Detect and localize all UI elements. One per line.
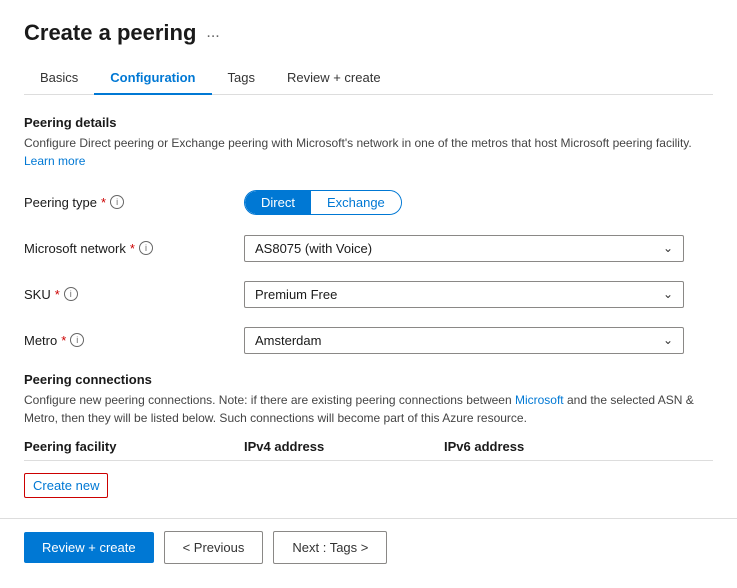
tab-review-create[interactable]: Review + create bbox=[271, 62, 397, 95]
metro-value: Amsterdam bbox=[255, 333, 321, 348]
sku-label: SKU * i bbox=[24, 287, 244, 302]
ipv4-address-header: IPv4 address bbox=[244, 439, 444, 454]
peering-type-toggle-group: Direct Exchange bbox=[244, 190, 402, 215]
toggle-exchange-button[interactable]: Exchange bbox=[311, 191, 401, 214]
tab-configuration[interactable]: Configuration bbox=[94, 62, 211, 95]
metro-label: Metro * i bbox=[24, 333, 244, 348]
peering-details-section: Peering details Configure Direct peering… bbox=[24, 115, 713, 356]
chevron-down-icon-3: ⌄ bbox=[663, 333, 673, 347]
previous-button[interactable]: < Previous bbox=[164, 531, 264, 564]
peering-facility-header: Peering facility bbox=[24, 439, 244, 454]
peering-connections-desc: Configure new peering connections. Note:… bbox=[24, 391, 713, 427]
ipv6-address-header: IPv6 address bbox=[444, 439, 644, 454]
tab-basics[interactable]: Basics bbox=[24, 62, 94, 95]
microsoft-network-label: Microsoft network * i bbox=[24, 241, 244, 256]
peering-type-row: Peering type * i Direct Exchange bbox=[24, 186, 713, 218]
chevron-down-icon-2: ⌄ bbox=[663, 287, 673, 301]
required-star: * bbox=[101, 195, 106, 210]
sku-value: Premium Free bbox=[255, 287, 337, 302]
tab-bar: Basics Configuration Tags Review + creat… bbox=[24, 62, 713, 95]
sku-dropdown-container: Premium Free ⌄ bbox=[244, 281, 713, 308]
next-button[interactable]: Next : Tags > bbox=[273, 531, 387, 564]
sku-row: SKU * i Premium Free ⌄ bbox=[24, 278, 713, 310]
page-title: Create a peering bbox=[24, 20, 196, 46]
peering-details-desc: Configure Direct peering or Exchange pee… bbox=[24, 134, 713, 170]
microsoft-link[interactable]: Microsoft bbox=[515, 393, 564, 407]
peering-type-label: Peering type * i bbox=[24, 195, 244, 210]
metro-dropdown-container: Amsterdam ⌄ bbox=[244, 327, 713, 354]
toggle-direct-button[interactable]: Direct bbox=[245, 191, 311, 214]
microsoft-network-dropdown-container: AS8075 (with Voice) ⌄ bbox=[244, 235, 713, 262]
peering-type-toggle: Direct Exchange bbox=[244, 190, 713, 215]
sku-info-icon[interactable]: i bbox=[64, 287, 78, 301]
microsoft-network-value: AS8075 (with Voice) bbox=[255, 241, 372, 256]
sku-dropdown[interactable]: Premium Free ⌄ bbox=[244, 281, 684, 308]
learn-more-link[interactable]: Learn more bbox=[24, 154, 85, 168]
metro-dropdown[interactable]: Amsterdam ⌄ bbox=[244, 327, 684, 354]
connections-table-header: Peering facility IPv4 address IPv6 addre… bbox=[24, 439, 713, 461]
metro-info-icon[interactable]: i bbox=[70, 333, 84, 347]
required-star-4: * bbox=[61, 333, 66, 348]
peering-type-info-icon[interactable]: i bbox=[110, 195, 124, 209]
peering-connections-section: Peering connections Configure new peerin… bbox=[24, 372, 713, 498]
required-star-2: * bbox=[130, 241, 135, 256]
microsoft-network-dropdown[interactable]: AS8075 (with Voice) ⌄ bbox=[244, 235, 684, 262]
microsoft-network-row: Microsoft network * i AS8075 (with Voice… bbox=[24, 232, 713, 264]
peering-connections-title: Peering connections bbox=[24, 372, 713, 387]
ellipsis-menu-icon[interactable]: ... bbox=[206, 24, 219, 42]
chevron-down-icon: ⌄ bbox=[663, 241, 673, 255]
metro-row: Metro * i Amsterdam ⌄ bbox=[24, 324, 713, 356]
create-new-link[interactable]: Create new bbox=[24, 473, 108, 498]
tab-tags[interactable]: Tags bbox=[212, 62, 271, 95]
microsoft-network-info-icon[interactable]: i bbox=[139, 241, 153, 255]
peering-details-title: Peering details bbox=[24, 115, 713, 130]
required-star-3: * bbox=[55, 287, 60, 302]
bottom-action-bar: Review + create < Previous Next : Tags > bbox=[0, 518, 737, 576]
review-create-button[interactable]: Review + create bbox=[24, 532, 154, 563]
